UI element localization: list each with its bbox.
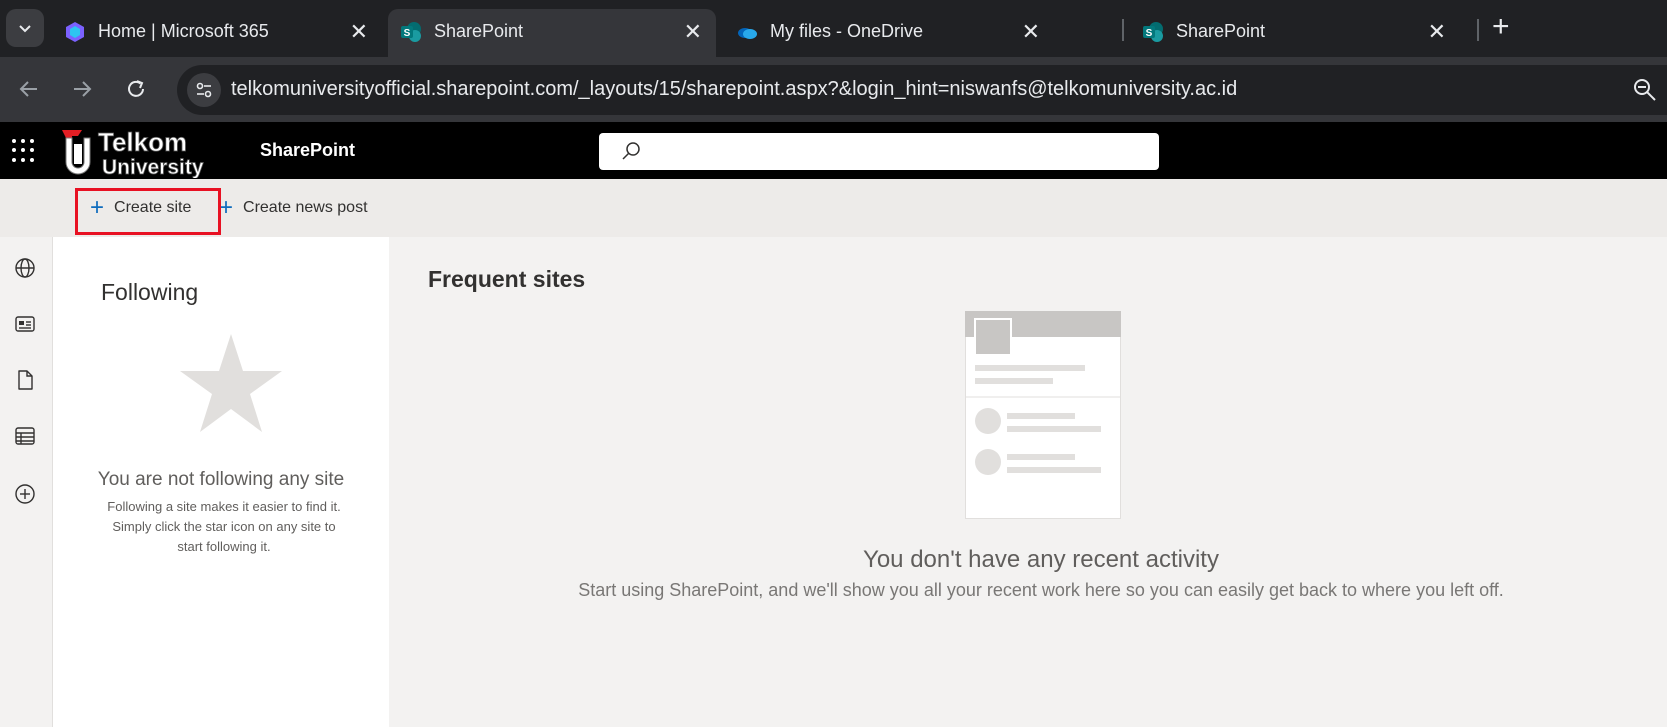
left-app-bar [0,179,53,727]
svg-text:University: University [102,156,204,178]
browser-tab-strip: Home | Microsoft 365 ✕ S SharePoint ✕ My… [0,0,1667,57]
search-box[interactable] [599,133,1159,170]
tab-separator [1477,19,1479,41]
forward-button[interactable] [68,75,96,103]
close-icon[interactable]: ✕ [1022,19,1040,45]
tab-title: SharePoint [1176,21,1266,41]
no-activity-description: Start using SharePoint, and we'll show y… [578,580,1504,600]
tune-icon [196,82,212,98]
create-news-post-button[interactable]: + Create news post [219,179,368,237]
svg-text:S: S [1146,28,1153,39]
tab-title: My files - OneDrive [770,21,924,41]
browser-toolbar: telkomuniversityofficial.sharepoint.com/… [0,57,1667,122]
add-circle-icon [15,484,35,504]
tab-sharepoint[interactable]: S SharePoint ✕ [1130,9,1460,57]
close-icon[interactable]: ✕ [1428,19,1446,45]
app-title[interactable]: SharePoint [260,140,355,161]
arrow-right-icon [74,81,92,97]
chevron-down-icon [19,25,31,33]
create-news-post-label: Create news post [243,199,368,216]
rail-news[interactable] [12,311,38,337]
tab-onedrive[interactable]: My files - OneDrive ✕ [724,9,1054,57]
arrow-left-icon [19,81,37,97]
rail-sites[interactable] [12,255,38,281]
new-tab-button[interactable]: + [1492,12,1510,42]
back-button[interactable] [15,75,43,103]
no-activity-title: You don't have any recent activity [863,546,1219,573]
close-icon[interactable]: ✕ [684,19,702,45]
url-text: telkomuniversityofficial.sharepoint.com/… [231,78,1238,100]
not-following-title: You are not following any site [97,469,345,490]
rail-lists[interactable] [12,423,38,449]
sharepoint-icon: S [1143,22,1163,42]
tab-sharepoint-active[interactable]: S SharePoint ✕ [388,9,716,57]
tab-microsoft365[interactable]: Home | Microsoft 365 ✕ [52,9,382,57]
following-heading: Following [101,279,199,305]
tab-title: SharePoint [434,21,524,41]
command-bar: + Create site + Create news post [0,179,1667,237]
onedrive-icon [738,28,757,39]
globe-icon [15,258,35,278]
file-icon [18,370,33,390]
reload-icon [128,80,144,97]
search-icon [622,142,640,160]
microsoft365-icon [66,22,84,42]
close-icon[interactable]: ✕ [350,19,368,45]
star-icon [180,334,282,432]
zoom-icon[interactable] [1633,78,1657,102]
suite-header: Telkom University SharePoint [0,122,1667,179]
address-bar[interactable]: telkomuniversityofficial.sharepoint.com/… [177,65,1667,115]
highlight-box [75,188,221,235]
rail-files[interactable] [12,367,38,393]
telkom-university-logo[interactable]: Telkom University [60,124,220,178]
rail-create[interactable] [12,481,38,507]
frequent-sites-heading: Frequent sites [428,266,586,292]
sharepoint-icon: S [401,22,421,42]
add-icon: + [219,194,234,221]
tab-search-button[interactable] [6,9,44,47]
site-info-button[interactable] [187,73,221,107]
tab-title: Home | Microsoft 365 [98,21,269,41]
news-icon [15,316,35,332]
tab-separator [1122,19,1124,41]
lists-icon [15,427,35,445]
svg-text:S: S [404,28,411,39]
not-following-description: Following a site makes it easier to find… [107,499,341,554]
reload-button[interactable] [122,75,150,103]
empty-activity-illustration [965,311,1121,519]
svg-text:Telkom: Telkom [98,127,187,157]
following-panel: Following You are not following any site… [53,237,389,727]
app-launcher-icon[interactable] [12,139,36,163]
